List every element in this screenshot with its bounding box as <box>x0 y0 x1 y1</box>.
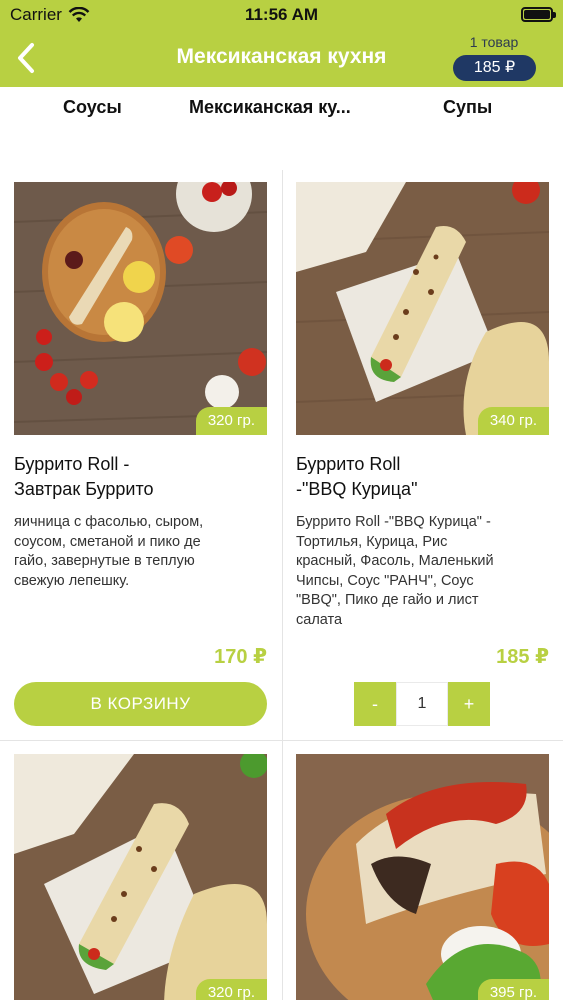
weight-badge: 320 гр. <box>195 407 267 435</box>
navigation-bar: Мексиканская кухня 1 товар 185 ₽ <box>0 30 563 87</box>
quantity-stepper: - 1 + <box>354 682 490 726</box>
grid-divider-vertical <box>282 170 283 1000</box>
weight-badge: 340 гр. <box>477 407 549 435</box>
description-line: яичница с фасолью, сыром, <box>14 514 204 530</box>
product-card[interactable]: 320 гр. <box>14 754 267 1000</box>
product-image[interactable]: 395 гр. <box>296 754 549 1000</box>
decrement-button[interactable]: - <box>354 682 396 726</box>
add-to-cart-button[interactable]: В КОРЗИНУ <box>14 682 267 726</box>
cart-item-count[interactable]: 1 товар <box>452 34 536 50</box>
quantity-value: 1 <box>396 682 448 726</box>
description-line: соусом, сметаной и пико де <box>14 533 201 550</box>
description-line: "BBQ", Пико де гайо и лист <box>296 592 479 608</box>
tab-sauces[interactable]: Соусы <box>63 97 122 118</box>
grid-divider-horizontal <box>0 740 563 741</box>
product-image[interactable]: 340 гр. <box>296 182 549 435</box>
increment-button[interactable]: + <box>448 682 490 726</box>
product-image[interactable]: 320 гр. <box>14 754 267 1000</box>
product-name-line: Буррито Roll <box>296 454 401 474</box>
tab-mexican[interactable]: Мексиканская ку... <box>189 97 351 118</box>
clock: 11:56 AM <box>244 5 319 24</box>
product-card[interactable]: 320 гр. Буррито Roll - Завтрак Буррито я… <box>14 182 267 727</box>
description-line: Буррито Roll -"BBQ Курица" - <box>296 514 491 530</box>
product-description: Буррито Roll -"BBQ Курица" - Тортилья, К… <box>296 513 549 630</box>
product-card[interactable]: 395 гр. <box>296 754 549 1000</box>
product-image[interactable]: 320 гр. <box>14 182 267 435</box>
description-line: гайо, завернутые в теплую <box>14 553 195 569</box>
product-name[interactable]: Буррито Roll -"BBQ Курица" <box>296 452 549 502</box>
weight-badge: 395 гр. <box>477 979 549 1000</box>
product-card[interactable]: 340 гр. Буррито Roll -"BBQ Курица" Бурри… <box>296 182 549 727</box>
product-price: 170 ₽ <box>214 646 267 668</box>
category-tabs: Соусы Мексиканская ку... Супы <box>0 87 563 131</box>
description-line: красный, Фасоль, Маленький <box>296 553 494 569</box>
description-line: свежую лепешку. <box>14 572 130 589</box>
product-name-line: Буррито Roll - <box>14 454 130 474</box>
product-price: 185 ₽ <box>496 646 549 668</box>
description-line: салата <box>296 611 343 628</box>
status-bar: Carrier 11:56 AM <box>0 0 563 30</box>
description-line: Тортилья, Курица, Рис <box>296 533 448 550</box>
cart-total-badge[interactable]: 185 ₽ <box>453 55 536 81</box>
product-name-line: Завтрак Буррито <box>14 479 154 499</box>
product-name[interactable]: Буррито Roll - Завтрак Буррито <box>14 452 267 502</box>
tab-soups[interactable]: Супы <box>443 97 492 118</box>
product-description: яичница с фасолью, сыром, соусом, сметан… <box>14 513 267 591</box>
weight-badge: 320 гр. <box>195 979 267 1000</box>
product-name-line: -"BBQ Курица" <box>296 479 418 499</box>
description-line: Чипсы, Соус "РАНЧ", Соус <box>296 572 474 589</box>
battery-icon <box>521 7 556 22</box>
